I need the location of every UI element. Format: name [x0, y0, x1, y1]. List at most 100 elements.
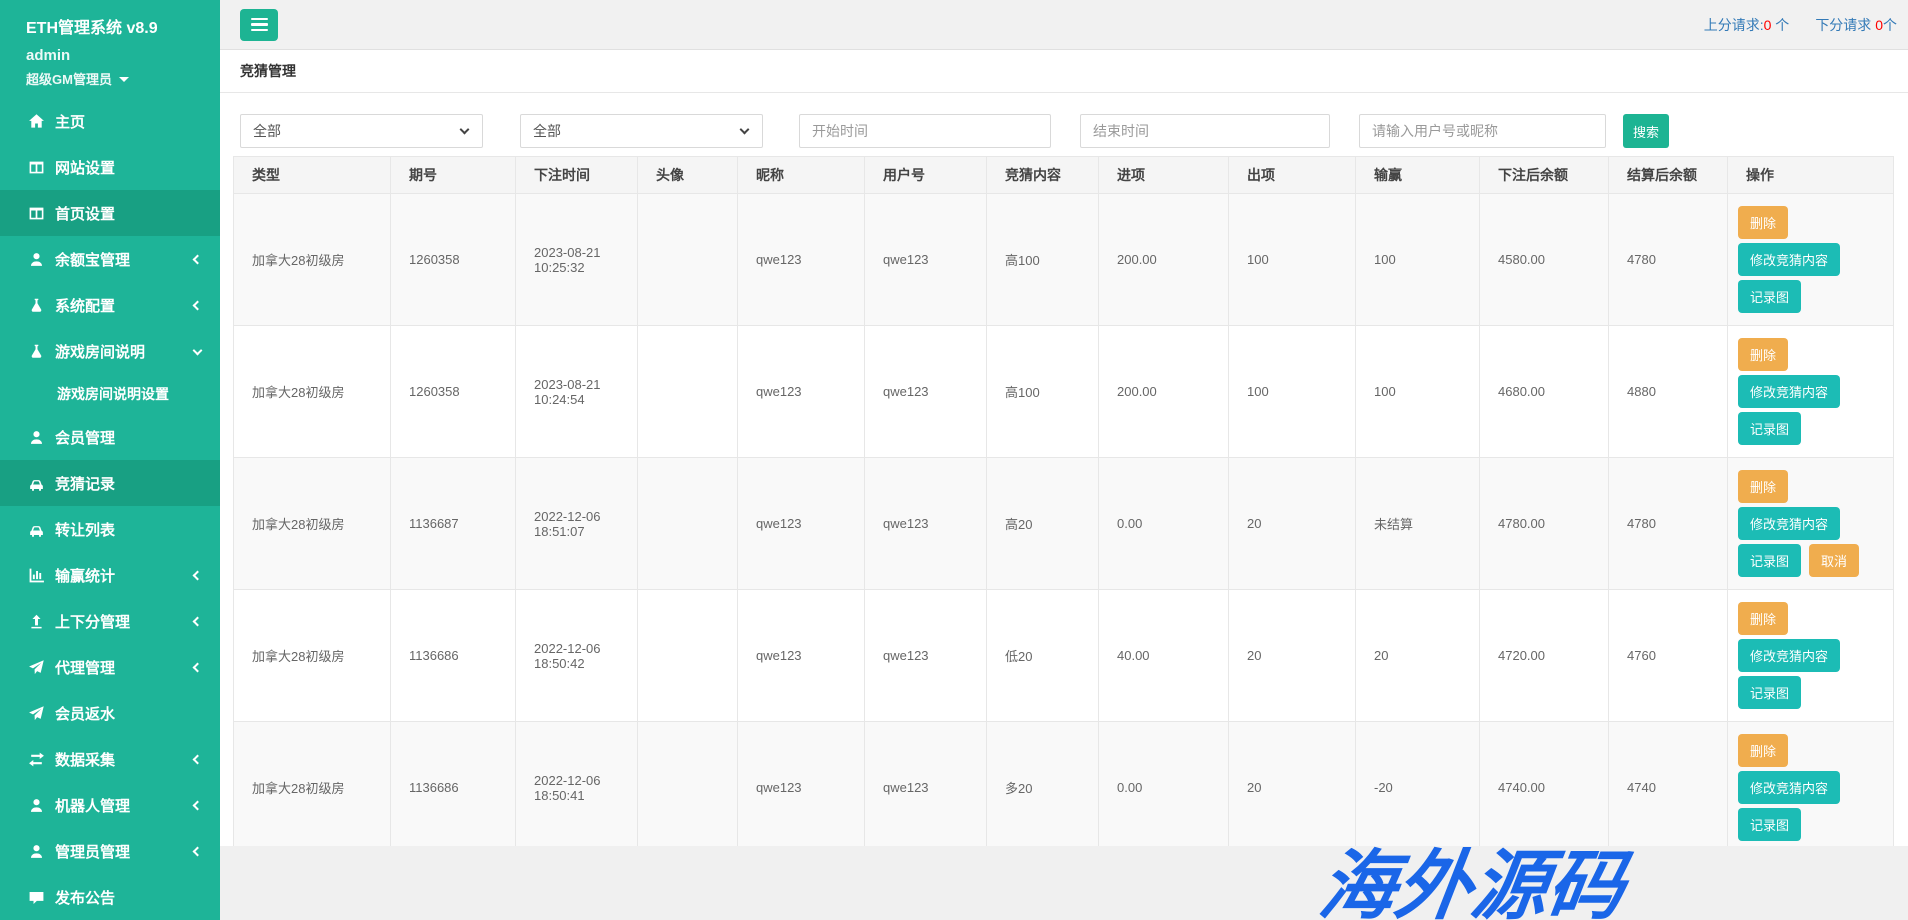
start-time-input[interactable] [799, 114, 1051, 148]
topbar-right: 上分请求:0 个 下分请求 0个 [1704, 15, 1897, 35]
user-icon [28, 429, 45, 446]
sidebar-item-label: 余额宝管理 [55, 249, 130, 270]
sidebar-item-9[interactable]: 转让列表 [0, 506, 220, 552]
edit-button[interactable]: 修改竞猜内容 [1738, 375, 1840, 408]
user-id-cell: qwe123 [865, 722, 987, 847]
avatar-cell [638, 194, 738, 326]
record-button[interactable]: 记录图 [1738, 412, 1801, 445]
period-cell: 1260358 [391, 326, 516, 458]
actions-cell: 删除修改竞猜内容记录图取消 [1728, 458, 1894, 590]
balance-after-bet-cell: 4780.00 [1480, 458, 1609, 590]
end-time-input[interactable] [1080, 114, 1330, 148]
edit-button[interactable]: 修改竞猜内容 [1738, 639, 1840, 672]
action-line: 记录图 [1738, 412, 1883, 445]
user-icon [28, 251, 45, 268]
sidebar-item-label: 游戏房间说明 [55, 341, 145, 362]
sidebar-item-13[interactable]: 会员返水 [0, 690, 220, 736]
edit-button[interactable]: 修改竞猜内容 [1738, 771, 1840, 804]
edit-button[interactable]: 修改竞猜内容 [1738, 507, 1840, 540]
filter-select-1[interactable]: 全部 [240, 114, 483, 148]
table-row: 加拿大28初级房12603582023-08-21 10:25:32qwe123… [234, 194, 1894, 326]
sidebar-item-12[interactable]: 代理管理 [0, 644, 220, 690]
sidebar-item-3[interactable]: 余额宝管理 [0, 236, 220, 282]
records-table: 类型期号下注时间头像昵称用户号竞猜内容进项出项输赢下注后余额结算后余额操作 加拿… [233, 156, 1894, 846]
sidebar-menu: 主页网站设置首页设置余额宝管理系统配置游戏房间说明游戏房间说明设置会员管理竞猜记… [0, 98, 220, 920]
sidebar-item-6[interactable]: 游戏房间说明设置 [0, 374, 220, 414]
exchange-icon [28, 751, 45, 768]
income-cell: 0.00 [1099, 722, 1229, 847]
sidebar-header: ETH管理系统 v8.9 admin 超级GM管理员 [0, 0, 220, 98]
sidebar-item-label: 代理管理 [55, 657, 115, 678]
sidebar-item-15[interactable]: 机器人管理 [0, 782, 220, 828]
sidebar-item-17[interactable]: 发布公告 [0, 874, 220, 920]
filter-select-2[interactable]: 全部 [520, 114, 763, 148]
balance-after-bet-cell: 4680.00 [1480, 326, 1609, 458]
sidebar-item-10[interactable]: 输赢统计 [0, 552, 220, 598]
sidebar-item-0[interactable]: 主页 [0, 98, 220, 144]
search-button[interactable]: 搜索 [1623, 114, 1669, 148]
column-header-5: 用户号 [865, 157, 987, 194]
income-cell: 40.00 [1099, 590, 1229, 722]
sidebar-item-14[interactable]: 数据采集 [0, 736, 220, 782]
column-header-11: 结算后余额 [1609, 157, 1728, 194]
cancel-button[interactable]: 取消 [1809, 544, 1859, 577]
bet-time-cell: 2022-12-06 18:51:07 [516, 458, 638, 590]
edit-button[interactable]: 修改竞猜内容 [1738, 243, 1840, 276]
action-line: 记录图 [1738, 280, 1883, 313]
avatar-cell [638, 458, 738, 590]
record-button[interactable]: 记录图 [1738, 808, 1801, 841]
record-button[interactable]: 记录图 [1738, 280, 1801, 313]
sidebar-item-5[interactable]: 游戏房间说明 [0, 328, 220, 374]
chevron-left-icon [193, 662, 203, 672]
content-cell: 低20 [987, 590, 1099, 722]
sidebar-item-16[interactable]: 管理员管理 [0, 828, 220, 874]
outcome-cell: 100 [1229, 326, 1356, 458]
nickname-cell: qwe123 [738, 194, 865, 326]
app-root: ETH管理系统 v8.9 admin 超级GM管理员 主页网站设置首页设置余额宝… [0, 0, 1908, 920]
action-line: 删除 [1738, 470, 1883, 503]
chevron-down-icon [460, 125, 470, 135]
sidebar-item-4[interactable]: 系统配置 [0, 282, 220, 328]
winloss-cell: 未结算 [1356, 458, 1480, 590]
chevron-down-icon [193, 346, 203, 356]
filter-select-2-value: 全部 [533, 121, 561, 141]
delete-button[interactable]: 删除 [1738, 602, 1788, 635]
delete-button[interactable]: 删除 [1738, 206, 1788, 239]
actions-cell: 删除修改竞猜内容记录图 [1728, 590, 1894, 722]
chevron-left-icon [193, 300, 203, 310]
role-dropdown[interactable]: 超级GM管理员 [26, 69, 220, 88]
action-line: 记录图 [1738, 808, 1883, 841]
sidebar-item-label: 游戏房间说明设置 [57, 384, 169, 404]
record-button[interactable]: 记录图 [1738, 676, 1801, 709]
delete-button[interactable]: 删除 [1738, 734, 1788, 767]
bet-time-cell: 2023-08-21 10:24:54 [516, 326, 638, 458]
up-request-link[interactable]: 上分请求:0 个 [1704, 15, 1790, 35]
sidebar-item-label: 网站设置 [55, 157, 115, 178]
down-request-link[interactable]: 下分请求 0个 [1815, 15, 1897, 35]
outcome-cell: 20 [1229, 722, 1356, 847]
app-title: ETH管理系统 v8.9 [26, 14, 220, 38]
sidebar-toggle-button[interactable] [240, 9, 278, 41]
chevron-left-icon [193, 616, 203, 626]
sidebar-item-7[interactable]: 会员管理 [0, 414, 220, 460]
sidebar-item-label: 机器人管理 [55, 795, 130, 816]
user-icon [28, 843, 45, 860]
delete-button[interactable]: 删除 [1738, 338, 1788, 371]
record-button[interactable]: 记录图 [1738, 544, 1801, 577]
column-header-1: 期号 [391, 157, 516, 194]
sidebar-item-8[interactable]: 竞猜记录 [0, 460, 220, 506]
sidebar-item-11[interactable]: 上下分管理 [0, 598, 220, 644]
user-id-cell: qwe123 [865, 458, 987, 590]
sidebar-item-2[interactable]: 首页设置 [0, 190, 220, 236]
chart-icon [28, 567, 45, 584]
sidebar-item-1[interactable]: 网站设置 [0, 144, 220, 190]
action-line: 修改竞猜内容 [1738, 243, 1883, 276]
plane-icon [28, 659, 45, 676]
chevron-down-icon [740, 125, 750, 135]
user-search-input[interactable] [1359, 114, 1606, 148]
hamburger-icon [251, 18, 268, 21]
sidebar-item-label: 数据采集 [55, 749, 115, 770]
bet-time-cell: 2023-08-21 10:25:32 [516, 194, 638, 326]
sidebar-item-label: 管理员管理 [55, 841, 130, 862]
delete-button[interactable]: 删除 [1738, 470, 1788, 503]
